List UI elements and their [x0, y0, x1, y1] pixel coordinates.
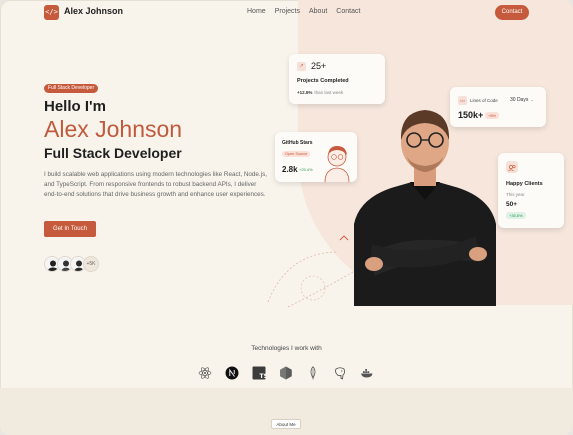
github-label: GitHub Stars: [282, 140, 313, 146]
projects-count: 25+: [311, 61, 327, 71]
nav-links: Home Projects About Contact: [247, 8, 360, 15]
hero-name: Alex Johnson: [44, 116, 183, 142]
github-stars-count: 2.8k: [282, 165, 298, 174]
projects-delta-value: +12.5%: [297, 90, 313, 95]
page-frame: </> Alex Johnson Home Projects About Con…: [0, 0, 573, 435]
chevron-down-icon: ⌄: [530, 97, 534, 102]
projects-completed-card: ↗ 25+ Projects Completed +12.5% than last…: [289, 54, 385, 104]
projects-delta-sub: than last week: [314, 90, 344, 95]
happy-clients-delta: +35.6%: [506, 212, 526, 219]
about-me-button[interactable]: About Me: [271, 419, 301, 429]
open-source-tag: Open Source: [282, 151, 311, 157]
nav-link-contact[interactable]: Contact: [336, 8, 360, 15]
top-navigation: </> Alex Johnson Home Projects About Con…: [0, 0, 573, 28]
svg-text:TS: TS: [260, 373, 267, 380]
lines-delta: +8%: [485, 112, 500, 119]
hero-greeting: Hello I'm: [44, 98, 106, 115]
more-followers-count[interactable]: +5K: [83, 256, 99, 272]
brand-name[interactable]: Alex Johnson: [64, 6, 123, 16]
decorative-dashed-curves: [267, 235, 354, 308]
nav-link-projects[interactable]: Projects: [275, 8, 300, 15]
hero-description: I build scalable web applications using …: [44, 171, 267, 198]
happy-clients-card: Happy Clients This year 50+ +35.6%: [498, 153, 564, 228]
get-in-touch-button[interactable]: Get In Touch: [44, 221, 96, 237]
github-stars-card: GitHub Stars Open Source 2.8k +25.4%: [275, 132, 357, 182]
code-logo-icon[interactable]: </>: [44, 5, 59, 20]
typescript-icon[interactable]: TS: [252, 366, 266, 380]
postgresql-icon[interactable]: [333, 366, 347, 380]
developer-portrait: [354, 110, 496, 306]
follower-avatars: +5K: [44, 256, 124, 273]
hero-role: Full Stack Developer: [44, 145, 182, 161]
nodejs-icon[interactable]: [279, 366, 293, 380]
nextjs-icon[interactable]: [225, 366, 239, 380]
react-icon[interactable]: [198, 366, 212, 380]
contact-button[interactable]: Contact: [495, 5, 529, 20]
happy-clients-label: Happy Clients: [506, 181, 543, 187]
period-select[interactable]: 30 Days ⌄: [510, 97, 534, 103]
code-icon: </>: [458, 96, 467, 105]
mongodb-icon[interactable]: [306, 366, 320, 380]
technologies-title: Technologies I work with: [251, 345, 322, 352]
role-badge: Full Stack Developer: [44, 84, 99, 93]
technology-icons: TS: [198, 366, 378, 382]
period-value: 30 Days: [510, 97, 529, 103]
trend-icon: ↗: [297, 62, 306, 71]
projects-label: Projects Completed: [297, 78, 349, 84]
github-delta: +25.4%: [299, 167, 313, 172]
developer-doodle-icon: [324, 146, 350, 182]
lines-of-code-card: </> Lines of Code 30 Days ⌄ 150k+ +8%: [450, 87, 546, 127]
docker-icon[interactable]: [360, 366, 374, 380]
nav-link-about[interactable]: About: [309, 8, 327, 15]
happy-clients-count: 50+: [506, 201, 518, 208]
lines-count: 150k+: [458, 110, 484, 120]
nav-link-home[interactable]: Home: [247, 8, 266, 15]
happy-clients-period: This year: [506, 192, 525, 197]
lines-label: Lines of Code: [470, 98, 498, 103]
users-icon: [506, 161, 518, 173]
projects-delta: +12.5% than last week: [297, 90, 343, 95]
